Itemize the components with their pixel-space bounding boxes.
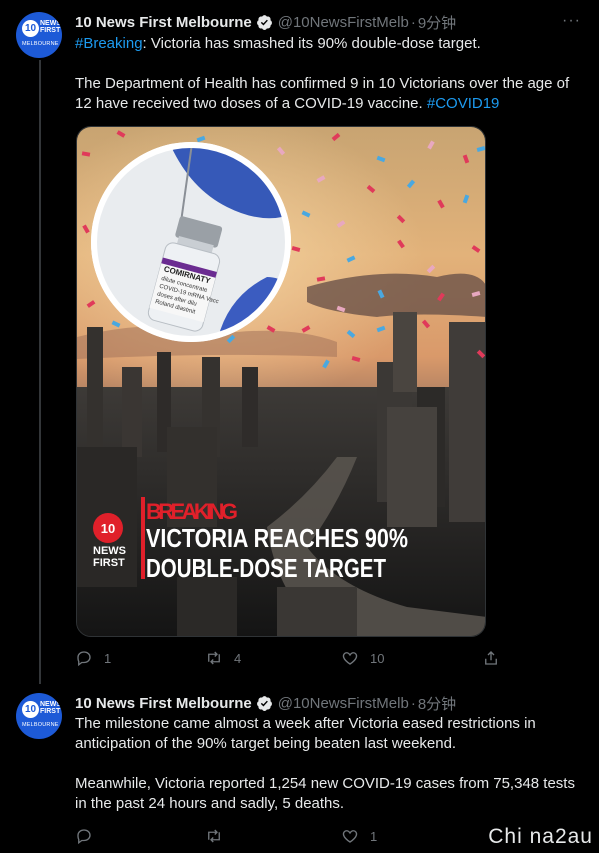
headline-line-2: DOUBLE-DOSE TARGET bbox=[146, 553, 386, 583]
retweet-icon bbox=[208, 651, 220, 665]
avatar-location: MELBOURNE bbox=[22, 722, 59, 728]
watermark-text: Chi na2au bbox=[488, 825, 593, 848]
tweet-text-paragraph: Meanwhile, Victoria reported 1,254 new C… bbox=[75, 775, 575, 812]
handle[interactable]: @10NewsFirstMelb bbox=[278, 14, 409, 31]
tweet-text-paragraph: The milestone came almost a week after V… bbox=[75, 715, 536, 752]
tweet-actions: 1 4 10 bbox=[75, 649, 515, 671]
tweet-actions: 1 bbox=[75, 827, 515, 849]
tweet-text-paragraph: The Department of Health has confirmed 9… bbox=[75, 75, 570, 112]
reply-icon bbox=[77, 651, 91, 667]
tweet-media-image[interactable]: COMIRNATY dilute concentrate COVID-19 mR… bbox=[76, 126, 486, 637]
svg-text:FIRST: FIRST bbox=[93, 557, 125, 569]
hashtag-link[interactable]: #COVID19 bbox=[427, 95, 500, 112]
avatar-logo-text: NEWS FIRST bbox=[40, 20, 61, 34]
tweet-1[interactable]: 10 NEWS FIRST MELBOURNE 10 News First Mel… bbox=[0, 0, 599, 684]
avatar-location: MELBOURNE bbox=[22, 41, 59, 47]
avatar-logo-number: 10 bbox=[22, 701, 39, 718]
avatar-logo-number: 10 bbox=[22, 20, 39, 37]
verified-badge-icon bbox=[256, 14, 272, 30]
reply-button[interactable] bbox=[75, 827, 93, 845]
verified-badge-icon bbox=[256, 695, 272, 711]
hashtag-link[interactable]: #Breaking bbox=[75, 35, 143, 52]
headline-line-1: VICTORIA REACHES 90% bbox=[146, 523, 408, 553]
reply-icon bbox=[77, 829, 91, 845]
thread-line bbox=[39, 60, 41, 684]
like-button[interactable]: 10 bbox=[341, 649, 384, 667]
heart-icon bbox=[342, 652, 358, 665]
display-name[interactable]: 10 News First Melbourne bbox=[75, 695, 252, 712]
tweet-header: 10 News First Melbourne @10NewsFirstMelb… bbox=[75, 12, 456, 32]
timestamp[interactable]: 8分钟 bbox=[418, 693, 456, 714]
avatar[interactable]: 10 NEWS FIRST MELBOURNE bbox=[16, 693, 62, 739]
retweet-button[interactable] bbox=[205, 827, 223, 845]
heart-icon bbox=[342, 830, 358, 843]
tweet-text: #Breaking: Victoria has smashed its 90% … bbox=[75, 34, 585, 54]
tweet-text-line: : Victoria has smashed its 90% double-do… bbox=[142, 35, 481, 52]
retweet-icon bbox=[208, 829, 220, 843]
display-name[interactable]: 10 News First Melbourne bbox=[75, 14, 252, 31]
like-count: 10 bbox=[370, 650, 385, 666]
share-button[interactable] bbox=[482, 649, 500, 667]
reply-count: 1 bbox=[104, 650, 112, 666]
like-button[interactable]: 1 bbox=[341, 827, 377, 845]
news-logo-number: 10 bbox=[101, 521, 115, 536]
retweet-button[interactable]: 4 bbox=[205, 649, 241, 667]
retweet-count: 4 bbox=[234, 650, 242, 666]
avatar-logo-text: NEWS FIRST bbox=[40, 701, 61, 715]
separator-dot: · bbox=[410, 13, 416, 31]
like-count: 1 bbox=[370, 828, 378, 844]
share-icon bbox=[485, 651, 497, 665]
handle[interactable]: @10NewsFirstMelb bbox=[278, 695, 409, 712]
timestamp[interactable]: 9分钟 bbox=[418, 12, 456, 33]
news-logo-text: NEWS bbox=[93, 545, 126, 557]
tweet-header: 10 News First Melbourne @10NewsFirstMelb… bbox=[75, 693, 456, 713]
more-options-icon[interactable]: ··· bbox=[562, 12, 581, 30]
separator-dot: · bbox=[410, 694, 416, 712]
avatar[interactable]: 10 NEWS FIRST MELBOURNE bbox=[16, 12, 62, 58]
breaking-kicker: BREAKING bbox=[146, 499, 238, 524]
reply-button[interactable]: 1 bbox=[75, 649, 111, 667]
